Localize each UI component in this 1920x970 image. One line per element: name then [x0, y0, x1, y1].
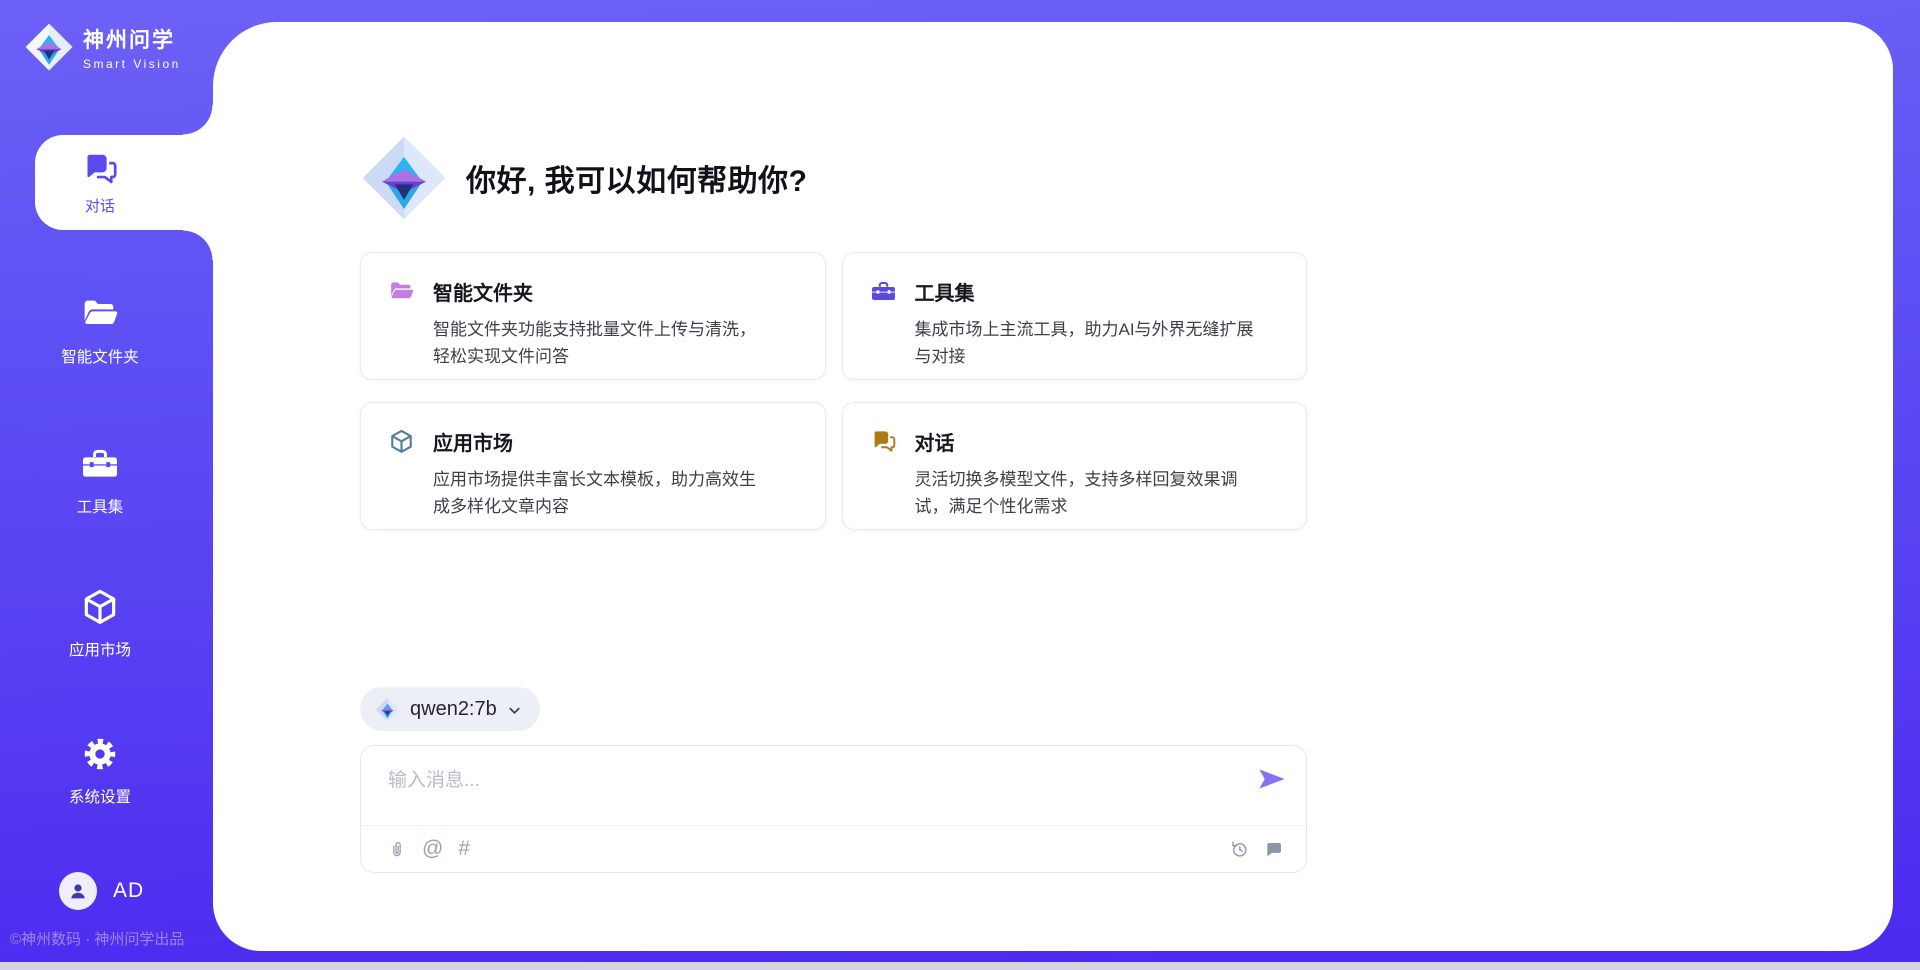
main-content: 你好, 我可以如何帮助你? 智能文件夹 智能文件夹功能支持批量文件上传与清洗，轻… [360, 0, 1307, 873]
greeting-text: 你好, 我可以如何帮助你? [466, 156, 808, 200]
sidebar-item-smart-folder[interactable]: 智能文件夹 [0, 294, 200, 367]
folder-icon [388, 278, 415, 305]
sidebar: 神州问学 Smart Vision 对话 智能文件夹 工具集 应用市场 系统设置… [0, 0, 213, 970]
hash-icon[interactable]: # [458, 839, 470, 859]
user-name: AD [113, 879, 144, 903]
sidebar-item-label: 应用市场 [69, 638, 131, 660]
user-row: AD [59, 872, 144, 910]
attachment-icon[interactable] [387, 839, 407, 859]
sidebar-item-label: 智能文件夹 [61, 345, 139, 367]
sidebar-item-label: 对话 [85, 195, 115, 216]
card-description: 智能文件夹功能支持批量文件上传与清洗，轻松实现文件问答 [433, 316, 773, 370]
model-selector[interactable]: qwen2:7b [360, 687, 540, 731]
card-description: 灵活切换多模型文件，支持多样回复效果调试，满足个性化需求 [915, 466, 1255, 520]
brand-logo-row: 神州问学 Smart Vision [24, 22, 181, 72]
card-description: 应用市场提供丰富长文本模板，助力高效生成多样化文章内容 [433, 466, 773, 520]
sidebar-item-label: 工具集 [77, 495, 124, 517]
cube-icon [388, 428, 415, 455]
brand-diamond-icon [24, 22, 74, 72]
card-description: 集成市场上主流工具，助力AI与外界无缝扩展与对接 [915, 316, 1255, 370]
sidebar-item-app-market[interactable]: 应用市场 [0, 587, 200, 660]
gear-icon [80, 734, 120, 774]
brand-name: 神州问学 [83, 24, 181, 54]
history-icon[interactable] [1229, 839, 1250, 860]
card-title: 工具集 [915, 277, 1255, 306]
person-icon [66, 879, 90, 903]
copyright: ©神州数码 · 神州问学出品 [10, 928, 184, 949]
sidebar-item-toolset[interactable]: 工具集 [0, 444, 200, 517]
bottom-edge-strip [0, 962, 1920, 970]
folder-icon [80, 294, 120, 334]
chevron-down-icon [507, 703, 522, 718]
sidebar-item-settings[interactable]: 系统设置 [0, 734, 200, 807]
brand-diamond-icon [375, 697, 400, 722]
card-toolset[interactable]: 工具集 集成市场上主流工具，助力AI与外界无缝扩展与对接 [842, 252, 1308, 380]
model-name: qwen2:7b [410, 698, 497, 721]
send-icon [1258, 768, 1286, 790]
card-app-market[interactable]: 应用市场 应用市场提供丰富长文本模板，助力高效生成多样化文章内容 [360, 402, 826, 530]
sidebar-item-chat[interactable]: 对话 [35, 135, 213, 230]
greeting: 你好, 我可以如何帮助你? [360, 0, 1307, 222]
brand-subtitle: Smart Vision [83, 57, 181, 71]
cube-icon [80, 587, 120, 627]
message-icon[interactable] [1263, 839, 1284, 860]
chat-icon [870, 428, 897, 455]
card-chat[interactable]: 对话 灵活切换多模型文件，支持多样回复效果调试，满足个性化需求 [842, 402, 1308, 530]
card-title: 对话 [915, 427, 1255, 456]
sidebar-item-label: 系统设置 [69, 785, 131, 807]
composer-toolbar: @ # [361, 826, 1306, 872]
card-title: 应用市场 [433, 427, 773, 456]
mention-icon[interactable]: @ [422, 839, 443, 859]
toolbox-icon [80, 444, 120, 484]
message-input[interactable] [388, 766, 1248, 796]
chat-icon [81, 150, 119, 188]
feature-cards: 智能文件夹 智能文件夹功能支持批量文件上传与清洗，轻松实现文件问答 工具集 集成… [360, 252, 1307, 530]
toolbox-icon [870, 278, 897, 305]
card-title: 智能文件夹 [433, 277, 773, 306]
card-smart-folder[interactable]: 智能文件夹 智能文件夹功能支持批量文件上传与清洗，轻松实现文件问答 [360, 252, 826, 380]
avatar[interactable] [59, 872, 97, 910]
send-button[interactable] [1258, 768, 1286, 790]
message-composer: @ # [360, 745, 1307, 873]
brand-diamond-icon [360, 134, 448, 222]
